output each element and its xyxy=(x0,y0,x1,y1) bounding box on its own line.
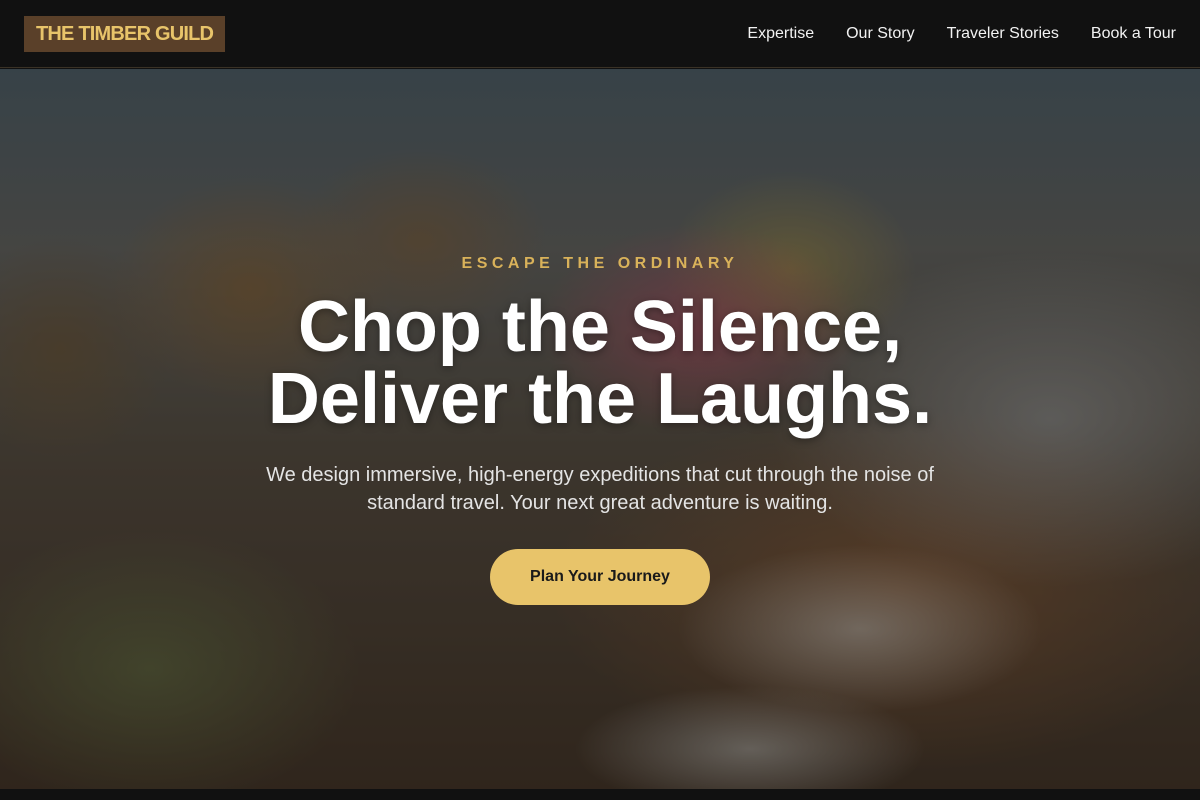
hero-headline-line-1: Chop the Silence, xyxy=(297,287,903,367)
top-navbar: THE TIMBER GUILD Expertise Our Story Tra… xyxy=(0,0,1200,68)
hero-content: ESCAPE THE ORDINARY Chop the Silence, De… xyxy=(0,69,1200,789)
nav-link-our-story[interactable]: Our Story xyxy=(846,25,914,43)
brand-logo[interactable]: THE TIMBER GUILD xyxy=(24,15,226,52)
nav-link-traveler-stories[interactable]: Traveler Stories xyxy=(947,25,1059,43)
nav-link-expertise[interactable]: Expertise xyxy=(747,25,814,43)
hero-section: ESCAPE THE ORDINARY Chop the Silence, De… xyxy=(0,69,1200,789)
bottom-strip xyxy=(0,789,1200,800)
hero-eyebrow: ESCAPE THE ORDINARY xyxy=(461,255,739,272)
hero-headline: Chop the Silence, Deliver the Laughs. xyxy=(0,291,1200,435)
nav-link-book-a-tour[interactable]: Book a Tour xyxy=(1091,25,1176,43)
plan-journey-button[interactable]: Plan Your Journey xyxy=(490,549,710,605)
hero-subtext: We design immersive, high-energy expedit… xyxy=(266,464,934,514)
main-nav: Expertise Our Story Traveler Stories Boo… xyxy=(747,25,1176,43)
hero-headline-line-2: Deliver the Laughs. xyxy=(267,359,933,439)
